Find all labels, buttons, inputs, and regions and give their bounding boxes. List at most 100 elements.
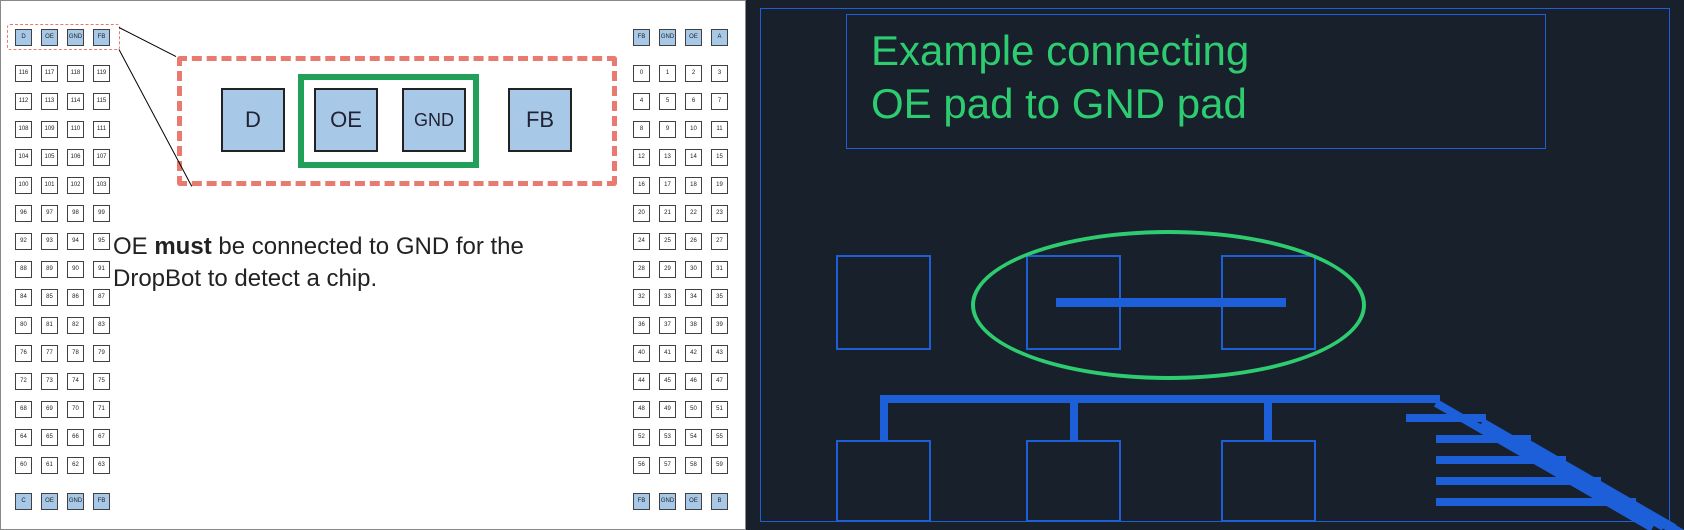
- grid-right-13-0: 52: [633, 429, 650, 446]
- grid-right-9-2: 38: [685, 317, 702, 334]
- grid-right-1-1: 5: [659, 93, 676, 110]
- grid-left-13-0: 64: [15, 429, 32, 446]
- grid-right-5-1: 21: [659, 205, 676, 222]
- grid-right-8-0: 32: [633, 289, 650, 306]
- grid-right-13-1: 53: [659, 429, 676, 446]
- corner-bl-0: C: [15, 493, 32, 510]
- grid-right-11-3: 47: [711, 373, 728, 390]
- highlight-ellipse: [971, 230, 1366, 380]
- grid-right-4-0: 16: [633, 177, 650, 194]
- zoom-pad-fb: FB: [508, 88, 572, 152]
- right-title: Example connecting OE pad to GND pad: [871, 25, 1249, 130]
- corner-tl-1: OE: [41, 29, 58, 46]
- right-title-line1: Example connecting: [871, 27, 1249, 74]
- grid-left-1-2: 114: [67, 93, 84, 110]
- grid-right-3-3: 15: [711, 149, 728, 166]
- grid-left-5-0: 96: [15, 205, 32, 222]
- grid-left-6-0: 92: [15, 233, 32, 250]
- grid-left-9-0: 80: [15, 317, 32, 334]
- grid-left-4-3: 103: [93, 177, 110, 194]
- grid-left-0-0: 116: [15, 65, 32, 82]
- grid-right-5-0: 20: [633, 205, 650, 222]
- grid-right-2-2: 10: [685, 121, 702, 138]
- grid-left-11-1: 73: [41, 373, 58, 390]
- grid-right-8-1: 33: [659, 289, 676, 306]
- corner-br-3: B: [711, 493, 728, 510]
- grid-right-12-0: 48: [633, 401, 650, 418]
- grid-right-7-1: 29: [659, 261, 676, 278]
- grid-right-8-2: 34: [685, 289, 702, 306]
- grid-left-0-1: 117: [41, 65, 58, 82]
- grid-left-7-0: 88: [15, 261, 32, 278]
- grid-left-6-1: 93: [41, 233, 58, 250]
- zoom-pad-d: D: [221, 88, 285, 152]
- grid-left-0-3: 119: [93, 65, 110, 82]
- grid-right-6-2: 26: [685, 233, 702, 250]
- right-title-line2: OE pad to GND pad: [871, 80, 1247, 127]
- corner-bl-1: OE: [41, 493, 58, 510]
- grid-right-14-3: 59: [711, 457, 728, 474]
- note-bold: must: [154, 233, 211, 260]
- grid-right-14-0: 56: [633, 457, 650, 474]
- grid-left-7-2: 90: [67, 261, 84, 278]
- grid-left-9-2: 82: [67, 317, 84, 334]
- grid-left-4-2: 102: [67, 177, 84, 194]
- cad-pad-d: [836, 255, 931, 350]
- grid-left-1-3: 115: [93, 93, 110, 110]
- grid-left-1-1: 113: [41, 93, 58, 110]
- grid-left-12-0: 68: [15, 401, 32, 418]
- cad-pad-b1: [836, 440, 931, 522]
- grid-right-8-3: 35: [711, 289, 728, 306]
- grid-left-3-1: 105: [41, 149, 58, 166]
- corner-tr-2: OE: [685, 29, 702, 46]
- grid-right-6-3: 27: [711, 233, 728, 250]
- grid-right-4-2: 18: [685, 177, 702, 194]
- grid-left-9-1: 81: [41, 317, 58, 334]
- grid-right-1-2: 6: [685, 93, 702, 110]
- grid-right-3-1: 13: [659, 149, 676, 166]
- grid-left-6-3: 95: [93, 233, 110, 250]
- grid-right-10-3: 43: [711, 345, 728, 362]
- corner-br-1: GND: [659, 493, 676, 510]
- corner-tr-0: FB: [633, 29, 650, 46]
- grid-left-10-3: 79: [93, 345, 110, 362]
- grid-right-11-1: 45: [659, 373, 676, 390]
- grid-right-14-2: 58: [685, 457, 702, 474]
- grid-left-14-2: 62: [67, 457, 84, 474]
- note-pre: OE: [113, 233, 154, 260]
- grid-left-10-2: 78: [67, 345, 84, 362]
- grid-left-13-3: 67: [93, 429, 110, 446]
- grid-right-0-0: 0: [633, 65, 650, 82]
- grid-left-3-3: 107: [93, 149, 110, 166]
- callout-line-top: [119, 27, 176, 57]
- grid-left-12-2: 70: [67, 401, 84, 418]
- grid-right-3-2: 14: [685, 149, 702, 166]
- grid-left-7-1: 89: [41, 261, 58, 278]
- cad-bus-1: [880, 395, 1440, 403]
- grid-left-2-2: 110: [67, 121, 84, 138]
- corner-br-2: OE: [685, 493, 702, 510]
- grid-right-2-3: 11: [711, 121, 728, 138]
- corner-tl-3: FB: [93, 29, 110, 46]
- grid-right-13-2: 54: [685, 429, 702, 446]
- grid-right-1-3: 7: [711, 93, 728, 110]
- grid-left-4-1: 101: [41, 177, 58, 194]
- grid-right-12-3: 51: [711, 401, 728, 418]
- grid-left-3-0: 104: [15, 149, 32, 166]
- grid-right-9-3: 39: [711, 317, 728, 334]
- cad-pad-b2: [1026, 440, 1121, 522]
- grid-left-10-1: 77: [41, 345, 58, 362]
- grid-left-5-1: 97: [41, 205, 58, 222]
- grid-left-14-0: 60: [15, 457, 32, 474]
- grid-right-11-2: 46: [685, 373, 702, 390]
- grid-left-14-3: 63: [93, 457, 110, 474]
- grid-right-14-1: 57: [659, 457, 676, 474]
- grid-right-2-1: 9: [659, 121, 676, 138]
- grid-left-11-3: 75: [93, 373, 110, 390]
- grid-left-6-2: 94: [67, 233, 84, 250]
- corner-tl-2: GND: [67, 29, 84, 46]
- corner-tr-3: A: [711, 29, 728, 46]
- grid-right-11-0: 44: [633, 373, 650, 390]
- grid-right-0-3: 3: [711, 65, 728, 82]
- grid-right-5-2: 22: [685, 205, 702, 222]
